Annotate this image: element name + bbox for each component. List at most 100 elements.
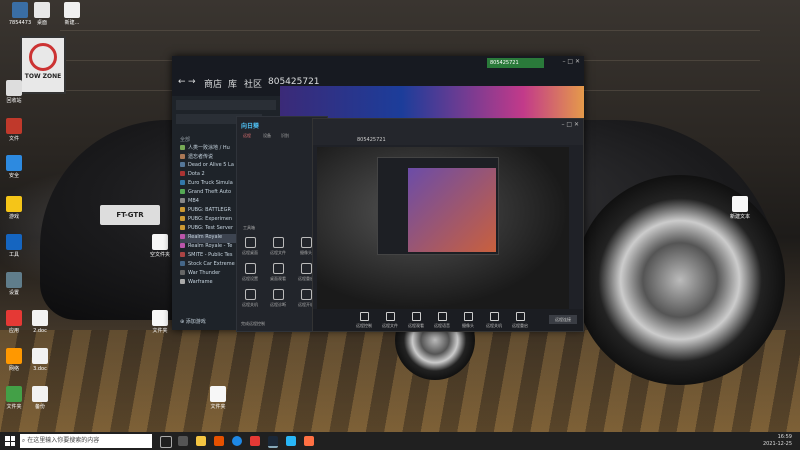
file-icon — [210, 386, 226, 402]
tools-header: 工具箱 — [243, 225, 255, 230]
tool-label: 远程桌面 — [242, 250, 258, 255]
desktop-icon[interactable]: 设置 — [0, 272, 36, 296]
helper-tab[interactable]: 远程 — [243, 133, 251, 139]
task-view-icon[interactable] — [160, 436, 172, 448]
library-category[interactable]: 全部 — [180, 136, 190, 143]
helper-tab[interactable]: 设备 — [263, 133, 271, 139]
nav-community[interactable]: 社区 — [244, 77, 262, 90]
desktop-file[interactable]: 新建文本 — [718, 196, 762, 220]
desktop-icon[interactable]: 工具 — [0, 234, 36, 258]
add-game-button[interactable]: ⊕ 添加游戏 — [180, 318, 206, 325]
document-icon — [32, 348, 48, 364]
nav-library[interactable]: 库 — [228, 77, 237, 90]
game-icon — [180, 270, 185, 275]
app-icon — [6, 272, 22, 288]
desktop-icon[interactable]: 2.doc — [18, 310, 62, 334]
tool-label: 远程设置 — [242, 276, 258, 281]
game-label: Realm Royale — [188, 234, 223, 240]
library-home[interactable] — [176, 100, 276, 110]
desktop-icon[interactable]: 回收站 — [0, 80, 36, 104]
remote-tool[interactable]: 远程关机 — [483, 312, 505, 329]
steam-title-bar: 805425721 – □ ✕ — [172, 56, 584, 70]
windows-logo-icon — [5, 436, 10, 441]
windows-logo-icon — [10, 436, 15, 441]
eye-icon — [411, 312, 421, 321]
document-icon — [32, 386, 48, 402]
game-label: Grand Theft Auto — [188, 189, 232, 195]
desktop-icon[interactable]: 3.doc — [18, 348, 62, 372]
system-clock[interactable]: 16:59 2021-12-25 — [763, 434, 792, 448]
remote-tool-label: 远程语音 — [434, 323, 450, 328]
helper-tab[interactable]: 识别 — [281, 133, 289, 139]
edge-icon[interactable] — [232, 436, 242, 446]
desktop-icon-label: 新建文本 — [729, 214, 750, 220]
remote-tool[interactable]: 远程观看 — [405, 312, 427, 329]
desktop-icon-label: 备份 — [34, 404, 45, 410]
window-controls[interactable]: – □ ✕ — [562, 58, 580, 65]
app-icon[interactable] — [304, 436, 314, 446]
desktop-icon[interactable]: 文件 — [0, 118, 36, 142]
windows-logo-icon — [5, 441, 10, 446]
taskbar-search-input[interactable]: ⌕ 在这里输入你要搜索的内容 — [20, 434, 152, 448]
remote-tool[interactable]: 摄像头 — [457, 312, 479, 329]
app-icon[interactable] — [286, 436, 296, 446]
app-icon[interactable] — [250, 436, 260, 446]
tool-item[interactable]: 远程文件 — [267, 237, 289, 256]
tool-item[interactable]: 远程关机 — [239, 289, 261, 308]
desktop-icon[interactable]: 游戏 — [0, 196, 36, 220]
desktop-file[interactable]: 文件夹 — [196, 386, 240, 410]
desktop-icon-label: 3.doc — [33, 366, 47, 372]
folder-icon[interactable] — [196, 436, 206, 446]
remote-screen[interactable] — [317, 147, 569, 309]
tool-label: 远程诊断 — [270, 302, 286, 307]
account-badge[interactable]: 805425721 — [487, 58, 544, 68]
remote-tool[interactable]: 远程控制 — [353, 312, 375, 329]
camera-icon — [463, 312, 473, 321]
camera-icon — [300, 237, 312, 248]
no-parking-icon — [29, 43, 57, 71]
back-icon[interactable]: ← — [178, 77, 186, 87]
restart-icon — [515, 312, 525, 321]
game-icon — [180, 279, 185, 284]
restart-icon — [300, 263, 312, 274]
game-label: 遗忘者传说 — [188, 154, 214, 160]
desktop-icon-label: 文件夹 — [152, 328, 168, 334]
game-label: Realm Royale - Te — [188, 243, 233, 249]
clock-date: 2021-12-25 — [762, 441, 792, 447]
tool-label: 远程关机 — [242, 302, 258, 307]
desktop-icon[interactable]: 备份 — [18, 386, 62, 410]
app-icon[interactable] — [178, 436, 188, 446]
tool-item[interactable]: 桌面观看 — [267, 263, 289, 282]
window-controls[interactable]: – □ ✕ — [561, 121, 579, 128]
desktop-icon[interactable]: 安全 — [0, 155, 36, 179]
tool-item[interactable]: 远程诊断 — [267, 289, 289, 308]
app-icon — [6, 118, 22, 134]
folder-icon — [385, 312, 395, 321]
app-icon[interactable] — [214, 436, 224, 446]
forward-icon[interactable]: → — [188, 77, 196, 87]
remote-status[interactable]: 远程连接 — [549, 315, 577, 324]
remote-tool[interactable]: 远程文件 — [379, 312, 401, 329]
game-label: Euro Truck Simula — [188, 180, 233, 186]
file-icon — [152, 234, 168, 250]
tool-item[interactable]: 远程桌面 — [239, 237, 261, 256]
steam-icon[interactable] — [268, 436, 278, 448]
game-icon — [180, 162, 185, 167]
desktop-icon-label: 回收站 — [6, 98, 22, 104]
start-button[interactable] — [5, 436, 15, 446]
desktop-icon-label: 文件 — [8, 136, 19, 142]
remote-id: 805425721 — [357, 137, 386, 143]
tool-item[interactable]: 远程设置 — [239, 263, 261, 282]
remote-tool[interactable]: 远程语音 — [431, 312, 453, 329]
desktop-icon-label: 2.doc — [33, 328, 47, 334]
remote-tool[interactable]: 远程重启 — [509, 312, 531, 329]
game-icon — [180, 252, 185, 257]
game-label: 人类一败涂地 / Hu — [188, 145, 230, 151]
game-label: Warframe — [188, 279, 213, 285]
tool-label: 桌面观看 — [270, 276, 286, 281]
rockstar-icon — [6, 196, 22, 212]
tool-label: 远程文件 — [270, 250, 286, 255]
nav-store[interactable]: 商店 — [204, 77, 222, 90]
desktop-icon[interactable]: 新建... — [50, 2, 94, 26]
document-icon — [32, 310, 48, 326]
